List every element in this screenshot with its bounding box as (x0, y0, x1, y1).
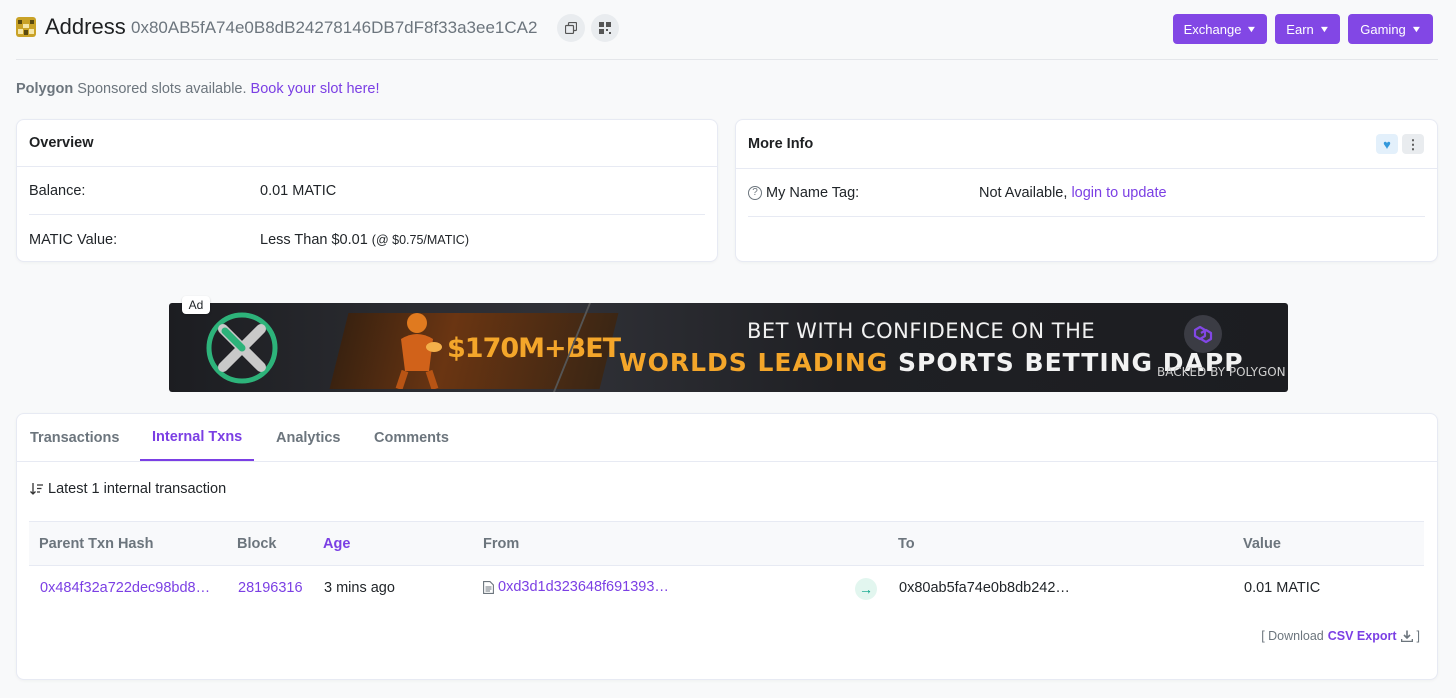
ad-headline-accent: WORLDS LEADING (619, 348, 889, 377)
balance-row: Balance: 0.01 MATIC (29, 167, 705, 215)
csv-export-link[interactable]: CSV Export (1328, 629, 1397, 643)
login-to-update-link[interactable]: login to update (1071, 185, 1166, 201)
contract-file-icon (483, 580, 494, 594)
export-prefix: [ Download (1261, 629, 1324, 643)
ad-headline-main: WORLDS LEADING SPORTS BETTING DAPP (619, 348, 1244, 377)
ad-banner[interactable]: $170M+BET BET WITH CONFIDENCE ON THE WOR… (169, 303, 1288, 392)
address-hash: 0x80AB5fA74e0B8dB24278146DB7dF8f33a3ee1C… (131, 18, 538, 37)
ad-backed-by: BACKED BY POLYGON (1157, 365, 1286, 379)
matic-value-amount: Less Than $0.01 (@ $0.75/MATIC) (260, 232, 469, 248)
internal-summary: Latest 1 internal transaction (30, 481, 226, 497)
chevron-down-icon: ▼ (1318, 24, 1331, 34)
vertical-dots-icon: ⋮ (1406, 136, 1420, 152)
from-cell: 0xd3d1d323648f691393… (483, 579, 669, 595)
sort-icon (30, 483, 43, 495)
page-header: Address 0x80AB5fA74e0B8dB24278146DB7dF8f… (16, 10, 1438, 60)
arrow-right-icon: → (855, 578, 877, 600)
overview-title: Overview (17, 120, 717, 167)
favorite-button[interactable]: ♥ (1376, 134, 1398, 154)
copy-icon (565, 22, 577, 34)
export-suffix: ] (1416, 629, 1420, 643)
overview-card: Overview Balance: 0.01 MATIC MATIC Value… (16, 119, 718, 262)
col-to: To (898, 536, 915, 552)
sponsored-notice: Polygon Sponsored slots available. Book … (16, 81, 380, 97)
transactions-card: Transactions Internal Txns Analytics Com… (16, 413, 1438, 680)
name-tag-row: ? My Name Tag: Not Available, login to u… (748, 169, 1425, 217)
balance-label: Balance: (29, 182, 86, 199)
download-icon (1400, 630, 1413, 642)
matic-rate: (@ $0.75/MATIC) (371, 233, 469, 247)
from-address-link[interactable]: 0xd3d1d323648f691393… (498, 579, 669, 595)
name-tag-label: My Name Tag: (766, 184, 860, 201)
more-info-card: More Info ♥ ⋮ ? My Name Tag: Not Availab… (735, 119, 1438, 262)
ad-amount: $170M+BET (447, 333, 621, 364)
tab-internal-txns[interactable]: Internal Txns (140, 414, 255, 461)
name-tag-label-group: ? My Name Tag: (748, 185, 859, 201)
exchange-label: Exchange (1183, 21, 1242, 37)
more-options-button[interactable]: ⋮ (1402, 134, 1424, 154)
sponsored-text: Sponsored slots available. (77, 81, 247, 97)
col-age-toggle[interactable]: Age (323, 536, 350, 552)
xk-logo-icon (206, 312, 278, 384)
matic-value-text: Less Than $0.01 (260, 232, 368, 248)
polygon-logo-icon (1184, 315, 1222, 353)
table-row: 0x484f32a722dec98bd8… 28196316 3 mins ag… (29, 566, 1424, 612)
tab-analytics[interactable]: Analytics (276, 414, 340, 461)
earn-label: Earn (1286, 21, 1314, 37)
heart-icon: ♥ (1383, 136, 1391, 152)
col-from: From (483, 536, 520, 552)
help-icon: ? (748, 185, 762, 200)
name-tag-value: Not Available, login to update (979, 185, 1167, 201)
earn-menu-button[interactable]: Earn ▼ (1275, 14, 1340, 44)
chevron-down-icon: ▼ (1246, 24, 1258, 34)
gaming-menu-button[interactable]: Gaming ▼ (1348, 14, 1433, 44)
address-blockie-icon (16, 17, 36, 37)
ad-headline-top: BET WITH CONFIDENCE ON THE (747, 319, 1096, 343)
parent-txn-hash-link[interactable]: 0x484f32a722dec98bd8… (40, 580, 210, 596)
exchange-menu-button[interactable]: Exchange ▼ (1173, 14, 1267, 44)
name-tag-status: Not Available, (979, 184, 1068, 201)
more-info-title: More Info (736, 120, 1437, 169)
matic-value-row: MATIC Value: Less Than $0.01 (@ $0.75/MA… (29, 216, 705, 264)
tab-comments[interactable]: Comments (374, 414, 449, 461)
book-slot-link[interactable]: Book your slot here! (251, 81, 380, 97)
balance-value: 0.01 MATIC (260, 182, 337, 199)
tab-transactions[interactable]: Transactions (30, 414, 119, 461)
qr-code-icon (599, 22, 611, 34)
tabs-divider (17, 461, 1437, 462)
chevron-down-icon: ▼ (1410, 24, 1423, 34)
matic-value-label: MATIC Value: (29, 232, 118, 248)
to-address: 0x80ab5fa74e0b8db242… (899, 580, 1070, 596)
football-player-icon (395, 313, 442, 389)
age-value: 3 mins ago (324, 580, 395, 596)
internal-table-header: Parent Txn Hash Block Age From To Value (29, 521, 1424, 566)
col-value: Value (1243, 536, 1281, 552)
internal-summary-text: Latest 1 internal transaction (48, 481, 227, 497)
col-block: Block (237, 536, 277, 552)
qr-code-button[interactable] (591, 14, 619, 42)
col-parent-txn-hash: Parent Txn Hash (39, 536, 154, 552)
block-link[interactable]: 28196316 (238, 580, 303, 596)
csv-export-row: [ Download CSV Export ] (1261, 629, 1420, 643)
sponsor-brand: Polygon (16, 81, 74, 97)
copy-address-button[interactable] (557, 14, 585, 42)
ad-tag: Ad (182, 296, 210, 314)
page-title: Address (45, 14, 126, 39)
value-amount: 0.01 MATIC (1244, 580, 1321, 596)
gaming-label: Gaming (1360, 21, 1406, 37)
